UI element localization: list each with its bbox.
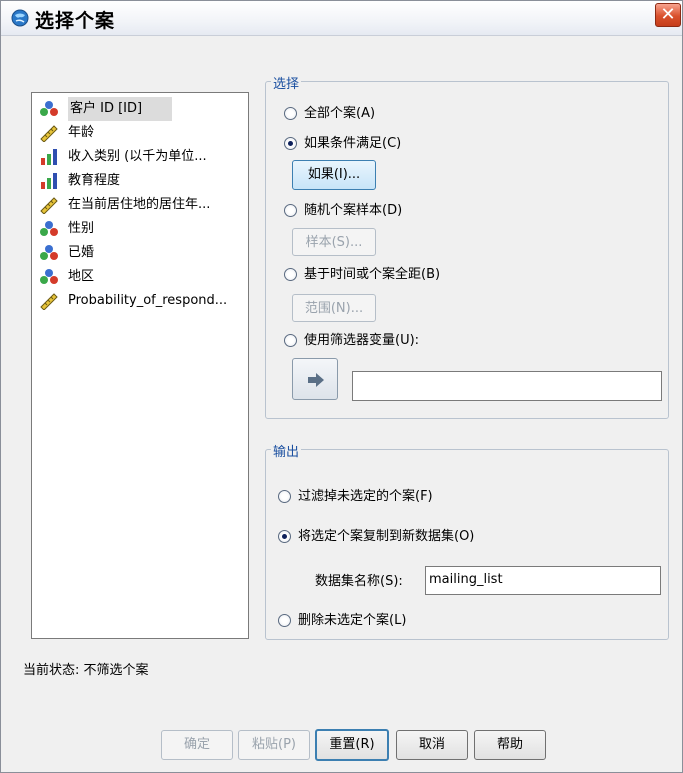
variable-item-gender[interactable]: 性别 xyxy=(32,217,248,241)
radio-circle-checked xyxy=(278,530,291,543)
variable-item-education[interactable]: 教育程度 xyxy=(32,169,248,193)
variable-label: 在当前居住地的居住年... xyxy=(68,197,211,212)
variable-label: 收入类别 (以千为单位... xyxy=(68,149,207,164)
nominal-icon xyxy=(40,101,58,116)
scale-ruler-icon xyxy=(40,197,58,214)
radio-circle-checked xyxy=(284,137,297,150)
variable-label: 性别 xyxy=(68,221,95,236)
spss-globe-icon xyxy=(11,9,29,27)
button-label: 确定 xyxy=(183,737,210,752)
radio-circle xyxy=(284,107,297,120)
paste-button[interactable]: 粘贴(P) xyxy=(238,730,310,760)
radio-circle xyxy=(284,334,297,347)
scale-ruler-icon xyxy=(40,293,58,310)
ordinal-bar-icon xyxy=(41,149,57,165)
button-label: 帮助 xyxy=(496,737,523,752)
ok-button[interactable]: 确定 xyxy=(161,730,233,760)
radio-label: 如果条件满足(C) xyxy=(304,136,402,151)
select-group-title: 选择 xyxy=(271,73,302,92)
variable-list[interactable]: 客户 ID [ID] 年龄 收入类别 (以千为单位... 教育程度 在当前居住地… xyxy=(31,92,249,639)
radio-label: 将选定个案复制到新数据集(O) xyxy=(298,529,475,544)
button-label: 样本(S)... xyxy=(305,235,363,250)
scale-ruler-icon xyxy=(40,125,58,142)
arrow-right-icon xyxy=(308,373,324,387)
title-bar[interactable]: 选择个案 ✕ xyxy=(1,1,682,36)
radio-label: 基于时间或个案全距(B) xyxy=(304,267,441,282)
variable-label: 教育程度 xyxy=(68,173,121,188)
move-variable-button[interactable] xyxy=(292,358,338,400)
variable-label: 地区 xyxy=(68,269,95,284)
button-label: 取消 xyxy=(418,737,445,752)
close-button[interactable]: ✕ xyxy=(655,3,681,27)
variable-label: 客户 ID [ID] xyxy=(68,97,173,121)
variable-label: 已婚 xyxy=(68,245,95,260)
radio-range[interactable]: 基于时间或个案全距(B) xyxy=(284,265,440,285)
radio-random-sample[interactable]: 随机个案样本(D) xyxy=(284,201,402,221)
sample-button[interactable]: 样本(S)... xyxy=(292,228,376,256)
ordinal-bar-icon xyxy=(41,173,57,189)
variable-item-married[interactable]: 已婚 xyxy=(32,241,248,265)
variable-label: 年龄 xyxy=(68,125,95,140)
radio-label: 删除未选定个案(L) xyxy=(298,613,407,628)
variable-item-income-category[interactable]: 收入类别 (以千为单位... xyxy=(32,145,248,169)
help-button[interactable]: 帮助 xyxy=(474,730,546,760)
current-status: 当前状态: 不筛选个案 xyxy=(23,663,149,678)
window-title: 选择个案 xyxy=(35,10,116,32)
close-icon: ✕ xyxy=(660,4,676,25)
radio-filter-out[interactable]: 过滤掉未选定的个案(F) xyxy=(278,487,433,507)
radio-label: 使用筛选器变量(U): xyxy=(304,333,420,348)
button-label: 粘贴(P) xyxy=(252,737,296,752)
button-label: 如果(I)... xyxy=(307,167,361,182)
if-button[interactable]: 如果(I)... xyxy=(292,160,376,190)
button-label: 重置(R) xyxy=(329,737,375,752)
variable-label: Probability_of_respond... xyxy=(68,293,228,308)
variable-item-years-residence[interactable]: 在当前居住地的居住年... xyxy=(32,193,248,217)
radio-filter-variable[interactable]: 使用筛选器变量(U): xyxy=(284,331,419,351)
range-button[interactable]: 范围(N)... xyxy=(292,294,376,322)
radio-circle xyxy=(278,490,291,503)
nominal-icon xyxy=(40,245,58,260)
variable-item-age[interactable]: 年龄 xyxy=(32,121,248,145)
filter-variable-field[interactable] xyxy=(352,371,662,401)
dataset-name-field[interactable]: mailing_list xyxy=(425,566,661,595)
nominal-icon xyxy=(40,221,58,236)
radio-if-condition[interactable]: 如果条件满足(C) xyxy=(284,134,401,154)
radio-copy-new-dataset[interactable]: 将选定个案复制到新数据集(O) xyxy=(278,527,474,547)
select-cases-dialog: 选择个案 ✕ 客户 ID [ID] 年龄 收入类别 (以千为单位... 教育程度… xyxy=(0,0,683,773)
radio-circle xyxy=(278,614,291,627)
variable-item-probability[interactable]: Probability_of_respond... xyxy=(32,289,248,313)
radio-label: 过滤掉未选定的个案(F) xyxy=(298,489,433,504)
radio-label: 全部个案(A) xyxy=(304,106,376,121)
radio-circle xyxy=(284,268,297,281)
button-label: 范围(N)... xyxy=(304,301,364,316)
radio-delete-unselected[interactable]: 删除未选定个案(L) xyxy=(278,611,406,631)
variable-item-customer-id[interactable]: 客户 ID [ID] xyxy=(32,97,248,121)
output-group-title: 输出 xyxy=(271,441,302,460)
radio-label: 随机个案样本(D) xyxy=(304,203,403,218)
radio-all-cases[interactable]: 全部个案(A) xyxy=(284,104,375,124)
reset-button[interactable]: 重置(R) xyxy=(315,729,389,761)
nominal-icon xyxy=(40,269,58,284)
cancel-button[interactable]: 取消 xyxy=(396,730,468,760)
dataset-name-label: 数据集名称(S): xyxy=(315,574,403,589)
variable-item-region[interactable]: 地区 xyxy=(32,265,248,289)
radio-circle xyxy=(284,204,297,217)
